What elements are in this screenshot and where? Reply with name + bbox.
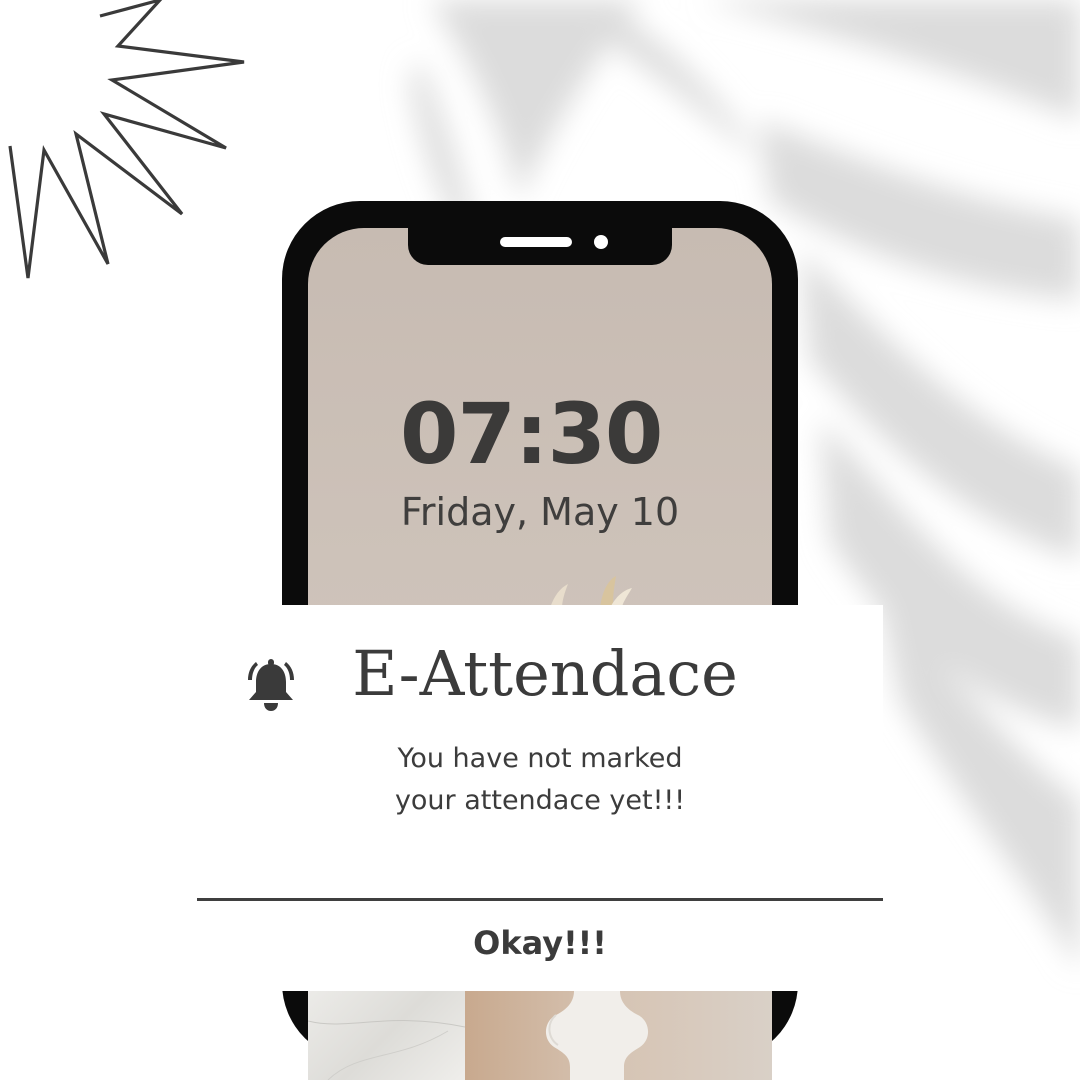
pampas-decoration <box>550 576 632 608</box>
okay-button[interactable]: Okay!!! <box>420 920 660 968</box>
lockscreen-date: Friday, May 10 <box>400 490 680 534</box>
notification-title: E-Attendace <box>352 637 738 710</box>
wallpaper-lower <box>308 991 772 1080</box>
notification-divider <box>197 898 883 901</box>
front-camera <box>594 235 608 249</box>
vase-decoration <box>545 991 649 1080</box>
speaker-grille <box>500 237 572 247</box>
notification-message: You have not marked your attendace yet!!… <box>340 738 740 822</box>
starburst-decoration <box>8 0 245 279</box>
lockscreen-time: 07:30 <box>400 385 663 483</box>
bell-ring-icon <box>248 659 294 711</box>
marble-veins <box>308 1020 465 1080</box>
notification-message-line2: your attendace yet!!! <box>394 785 686 816</box>
notification-message-line1: You have not marked <box>397 743 683 774</box>
